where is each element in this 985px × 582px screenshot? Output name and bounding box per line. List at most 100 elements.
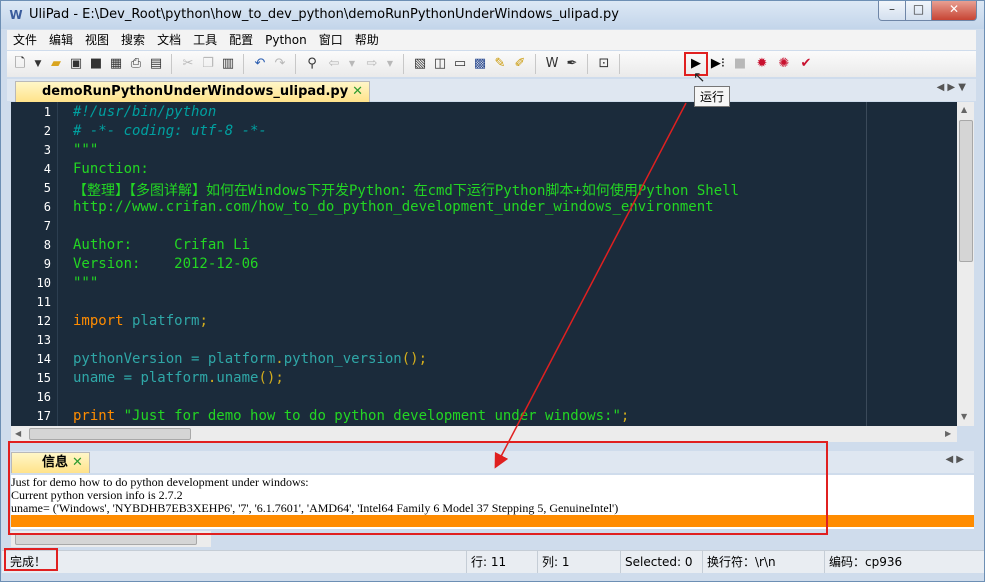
paste-icon[interactable]: ▥ [219, 55, 237, 73]
cut-icon[interactable]: ✂ [179, 55, 197, 73]
save-icon[interactable]: ■ [87, 55, 105, 73]
status-bar: 完成！ 行: 11 列: 1 Selected: 0 换行符：\r\n 编码：c… [2, 550, 984, 573]
menu-python[interactable]: Python [259, 30, 313, 50]
scroll-thumb[interactable] [959, 120, 973, 262]
punctuation: ; [620, 408, 630, 424]
menu-config[interactable]: 配置 [223, 30, 259, 50]
line-number: 8 [43, 238, 51, 252]
toolbar-separator [403, 54, 404, 74]
forward-dropdown-icon[interactable]: ▼ [381, 55, 399, 73]
toolbar-separator [535, 54, 536, 74]
menu-file[interactable]: 文件 [7, 30, 43, 50]
layout-icon[interactable]: ▭ [451, 55, 469, 73]
redo-icon[interactable]: ↷ [271, 55, 289, 73]
editor-tab-bar: demoRunPythonUnderWindows_ulipad.py ✕ ◀ ▶… [7, 79, 976, 102]
keyword: import [73, 313, 124, 329]
scroll-right-icon[interactable]: ▶ [945, 429, 951, 438]
tab-file[interactable]: demoRunPythonUnderWindows_ulipad.py ✕ [15, 81, 371, 102]
editor-horizontal-scrollbar[interactable]: ◀ ▶ [11, 426, 957, 442]
code-line: Version: 2012-12-06 [73, 256, 259, 272]
mouse-cursor-icon: ↖ [693, 68, 706, 86]
menu-edit[interactable]: 编辑 [43, 30, 79, 50]
layout-icon[interactable]: ◫ [431, 55, 449, 73]
punctuation: (); [258, 370, 284, 386]
debug-stop-icon[interactable]: ✺ [775, 55, 793, 73]
line-number: 2 [43, 124, 51, 138]
punctuation: (); [401, 351, 428, 367]
scroll-thumb[interactable] [29, 428, 191, 440]
identifier: = platform [182, 351, 276, 367]
back-icon[interactable]: ⇦ [325, 55, 343, 73]
scroll-up-icon[interactable]: ▲ [961, 105, 967, 114]
save-all-icon[interactable]: ▦ [107, 55, 125, 73]
debug-icon[interactable]: ✹ [753, 55, 771, 73]
menu-tools[interactable]: 工具 [187, 30, 223, 50]
code-line: Function: [73, 161, 149, 177]
status-annotation [4, 548, 58, 571]
pen-icon[interactable]: ✒ [563, 55, 581, 73]
python-shell-icon[interactable]: ▩ [471, 55, 489, 73]
back-dropdown-icon[interactable]: ▼ [343, 55, 361, 73]
code-line: http://www.crifan.com/how_to_do_python_d… [73, 199, 714, 215]
toolbar: 🗋 ▼ ▰ ▣ ■ ▦ ⎙ ▤ ✂ ❐ ▥ ↶ ↷ ⚲ ⇦ ▼ ⇨ ▼ ▧ ◫ … [7, 51, 976, 77]
menu-document[interactable]: 文档 [151, 30, 187, 50]
line-number: 5 [43, 181, 51, 195]
find-icon[interactable]: ⚲ [303, 55, 321, 73]
menu-bar: 文件 编辑 视图 搜索 文档 工具 配置 Python 窗口 帮助 [7, 30, 976, 50]
menu-help[interactable]: 帮助 [349, 30, 385, 50]
undo-icon[interactable]: ↶ [251, 55, 269, 73]
scroll-left-icon[interactable]: ◀ [15, 429, 21, 438]
title-bar[interactable]: W UliPad - E:\Dev_Root\python\how_to_dev… [1, 1, 984, 29]
menu-search[interactable]: 搜索 [115, 30, 151, 50]
run-args-icon[interactable]: ▶⁝ [709, 55, 727, 73]
dropdown-arrow-icon[interactable]: ▼ [29, 55, 47, 73]
identifier: pythonVersion [73, 351, 183, 367]
copy-icon[interactable]: ❐ [199, 55, 217, 73]
properties-icon[interactable]: ▧ [411, 55, 429, 73]
snippets-icon[interactable]: ✎ [491, 55, 509, 73]
open-icon[interactable]: ▣ [67, 55, 85, 73]
status-line: 行: 11 [466, 551, 537, 573]
scroll-down-icon[interactable]: ▼ [961, 412, 967, 421]
string-literal: "Just for demo how to do python developm… [115, 408, 621, 424]
check-icon[interactable]: ✔ [797, 55, 815, 73]
identifier: uname [73, 370, 116, 386]
code-line: print "Just for demo how to do python de… [73, 408, 629, 424]
code-line: Author: Crifan Li [73, 237, 251, 253]
toolbar-separator [171, 54, 172, 74]
editor-vertical-scrollbar[interactable]: ▲ ▼ [957, 102, 974, 426]
status-column: 列: 1 [537, 551, 620, 573]
identifier: = platform [115, 370, 208, 386]
stop-icon[interactable]: ■ [731, 55, 749, 73]
preview-icon[interactable]: ▤ [147, 55, 165, 73]
minimize-button[interactable]: – [878, 1, 906, 21]
status-eol[interactable]: 换行符：\r\n [702, 551, 822, 573]
tags-icon[interactable]: ✐ [511, 55, 529, 73]
punctuation: ; [199, 313, 208, 329]
new-file-icon[interactable]: 🗋 [11, 55, 29, 73]
wrap-icon[interactable]: W [543, 55, 561, 73]
toolbar-separator [295, 54, 296, 74]
maximize-button[interactable]: □ [906, 1, 932, 21]
code-editor[interactable]: 1 2 3 4 5 6 7 8 9 10 11 12 13 14 15 16 1… [11, 102, 957, 426]
open-folder-icon[interactable]: ▰ [47, 55, 65, 73]
forward-icon[interactable]: ⇨ [363, 55, 381, 73]
tab-close-icon[interactable]: ✕ [352, 84, 363, 99]
code-line: #!/usr/bin/python [73, 104, 217, 120]
print-icon[interactable]: ⎙ [127, 55, 145, 73]
menu-window[interactable]: 窗口 [313, 30, 349, 50]
menu-view[interactable]: 视图 [79, 30, 115, 50]
search-window-icon[interactable]: ⊡ [595, 55, 613, 73]
line-number: 9 [43, 257, 51, 271]
code-line: pythonVersion = platform.python_version(… [73, 351, 427, 367]
line-number: 6 [43, 200, 51, 214]
info-panel-annotation [8, 441, 828, 535]
tab-scroll-arrows-icon[interactable]: ◀ ▶ ▼ [937, 82, 966, 93]
line-number: 3 [43, 143, 51, 157]
line-number: 14 [36, 352, 51, 366]
tab-scroll-arrows-icon[interactable]: ◀ ▶ [945, 454, 964, 465]
close-button[interactable]: ✕ [932, 1, 977, 21]
code-line: """ [73, 275, 99, 291]
status-encoding[interactable]: 编码：cp936 [824, 551, 969, 573]
toolbar-separator [587, 54, 588, 74]
